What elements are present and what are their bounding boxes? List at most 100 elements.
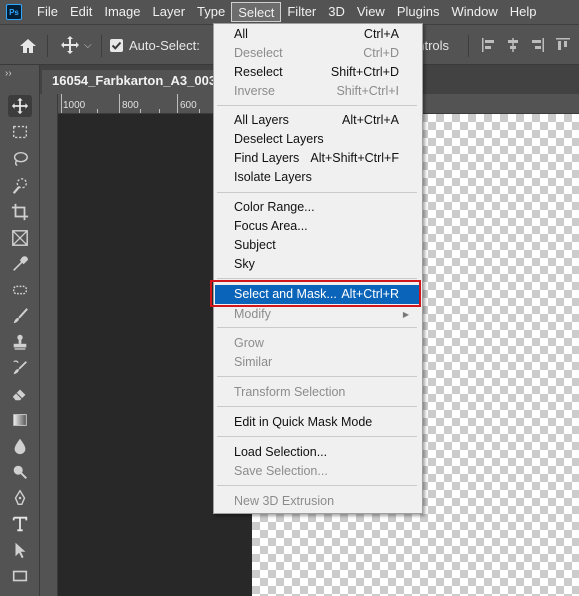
ruler-tick: [79, 109, 80, 113]
lasso-icon: [13, 151, 28, 166]
menu-bar: Ps File Edit Image Layer Type Select Fil…: [0, 0, 579, 24]
eyedropper-tool-button[interactable]: [8, 253, 32, 275]
brush-icon: [13, 308, 28, 324]
clone-stamp-tool-button[interactable]: [8, 331, 32, 353]
align-top-edges-icon[interactable]: [555, 37, 571, 53]
menu-layer[interactable]: Layer: [147, 0, 192, 24]
type-icon: [12, 516, 28, 532]
lasso-tool-button[interactable]: [8, 148, 32, 170]
menu-option-save-selection[interactable]: Save Selection...: [215, 462, 421, 481]
stamp-icon: [13, 334, 27, 350]
align-left-edges-icon[interactable]: [481, 37, 497, 53]
path-selection-tool-button[interactable]: [8, 539, 32, 561]
ruler-tick: [119, 94, 120, 113]
gradient-icon: [13, 414, 27, 426]
menu-image[interactable]: Image: [98, 0, 146, 24]
gradient-tool-button[interactable]: [8, 409, 32, 431]
menu-separator: [217, 105, 417, 106]
history-brush-tool-button[interactable]: [8, 357, 32, 379]
menu-option-reselect[interactable]: Reselect Shift+Ctrl+D: [215, 63, 421, 82]
menu-option-modify[interactable]: Modify ▶: [215, 305, 421, 324]
menu-option-focus-area[interactable]: Focus Area...: [215, 217, 421, 236]
ruler-tick: [97, 109, 98, 113]
home-icon[interactable]: [18, 37, 38, 55]
menu-separator: [217, 485, 417, 486]
menu-option-new-3d-extrusion[interactable]: New 3D Extrusion: [215, 492, 421, 511]
menu-window[interactable]: Window: [445, 0, 503, 24]
menu-separator: [217, 436, 417, 437]
eraser-tool-button[interactable]: [8, 383, 32, 405]
type-tool-button[interactable]: [8, 513, 32, 535]
menu-option-load-selection[interactable]: Load Selection...: [215, 443, 421, 462]
bandage-icon: [12, 285, 28, 295]
menu-select[interactable]: Select: [231, 2, 282, 22]
quick-selection-tool-button[interactable]: [8, 175, 32, 197]
menu-separator: [217, 192, 417, 193]
menu-plugins[interactable]: Plugins: [391, 0, 446, 24]
drop-icon: [14, 438, 26, 455]
tools-panel: ››: [0, 65, 40, 596]
menu-option-sky[interactable]: Sky: [215, 255, 421, 274]
quick-selection-icon: [12, 178, 27, 194]
history-brush-icon: [13, 360, 27, 375]
menu-option-similar[interactable]: Similar: [215, 353, 421, 372]
menu-help[interactable]: Help: [504, 0, 543, 24]
move-icon: [11, 97, 29, 115]
brush-tool-button[interactable]: [8, 305, 32, 327]
menu-option-deselect-layers[interactable]: Deselect Layers: [215, 130, 421, 149]
menu-separator: [217, 376, 417, 377]
menu-file[interactable]: File: [31, 0, 64, 24]
pen-tool-button[interactable]: [8, 487, 32, 509]
healing-brush-tool-button[interactable]: [8, 279, 32, 301]
menu-separator: [217, 278, 417, 279]
menu-separator: [217, 327, 417, 328]
submenu-arrow-icon: ▶: [402, 310, 409, 319]
menu-option-all[interactable]: All Ctrl+A: [215, 25, 421, 44]
menu-option-transform-selection[interactable]: Transform Selection: [215, 383, 421, 402]
align-horizontal-centers-icon[interactable]: [505, 37, 521, 53]
photoshop-logo-icon: Ps: [6, 4, 22, 20]
frame-icon: [12, 230, 28, 246]
menu-option-all-layers[interactable]: All Layers Alt+Ctrl+A: [215, 111, 421, 130]
dodge-tool-button[interactable]: [8, 461, 32, 483]
crop-tool-button[interactable]: [8, 201, 32, 223]
ruler-label: 800: [122, 100, 139, 111]
frame-tool-button[interactable]: [8, 227, 32, 249]
menu-option-find-layers[interactable]: Find Layers Alt+Shift+Ctrl+F: [215, 149, 421, 168]
menu-option-deselect[interactable]: Deselect Ctrl+D: [215, 44, 421, 63]
menu-option-quick-mask[interactable]: Edit in Quick Mask Mode: [215, 413, 421, 432]
menu-edit[interactable]: Edit: [64, 0, 98, 24]
blur-tool-button[interactable]: [8, 435, 32, 457]
menu-3d[interactable]: 3D: [322, 0, 351, 24]
highlight-callout-box: [210, 280, 421, 307]
ruler-label: 600: [180, 100, 197, 111]
eyedropper-icon: [13, 256, 29, 271]
collapse-panel-icon[interactable]: ››: [5, 68, 12, 79]
menu-option-subject[interactable]: Subject: [215, 236, 421, 255]
menu-type[interactable]: Type: [191, 0, 231, 24]
menu-filter[interactable]: Filter: [281, 0, 322, 24]
document-title[interactable]: 16054_Farbkarton_A3_003.: [52, 73, 220, 88]
align-right-edges-icon[interactable]: [529, 37, 545, 53]
move-tool-button[interactable]: [8, 95, 32, 117]
menu-option-inverse[interactable]: Inverse Shift+Ctrl+I: [215, 82, 421, 101]
auto-select-label: Auto-Select:: [129, 38, 200, 53]
dodge-icon: [13, 465, 28, 480]
ruler-tick: [177, 94, 178, 113]
auto-select-checkbox[interactable]: [110, 39, 123, 52]
menu-option-isolate-layers[interactable]: Isolate Layers: [215, 168, 421, 187]
menu-option-grow[interactable]: Grow: [215, 334, 421, 353]
eraser-icon: [12, 389, 26, 401]
vertical-ruler[interactable]: [40, 94, 58, 596]
marquee-tool-button[interactable]: [8, 121, 32, 143]
chevron-down-icon[interactable]: ⌵: [84, 35, 92, 57]
menu-view[interactable]: View: [351, 0, 391, 24]
rectangle-tool-button[interactable]: [8, 565, 32, 587]
menu-option-color-range[interactable]: Color Range...: [215, 198, 421, 217]
pen-icon: [14, 489, 26, 506]
arrow-pointer-icon: [15, 542, 26, 559]
divider: [47, 35, 48, 57]
crop-icon: [11, 203, 29, 221]
move-tool-icon[interactable]: [60, 35, 80, 55]
select-dropdown-menu: All Ctrl+A Deselect Ctrl+D Reselect Shift+C…: [213, 23, 423, 514]
